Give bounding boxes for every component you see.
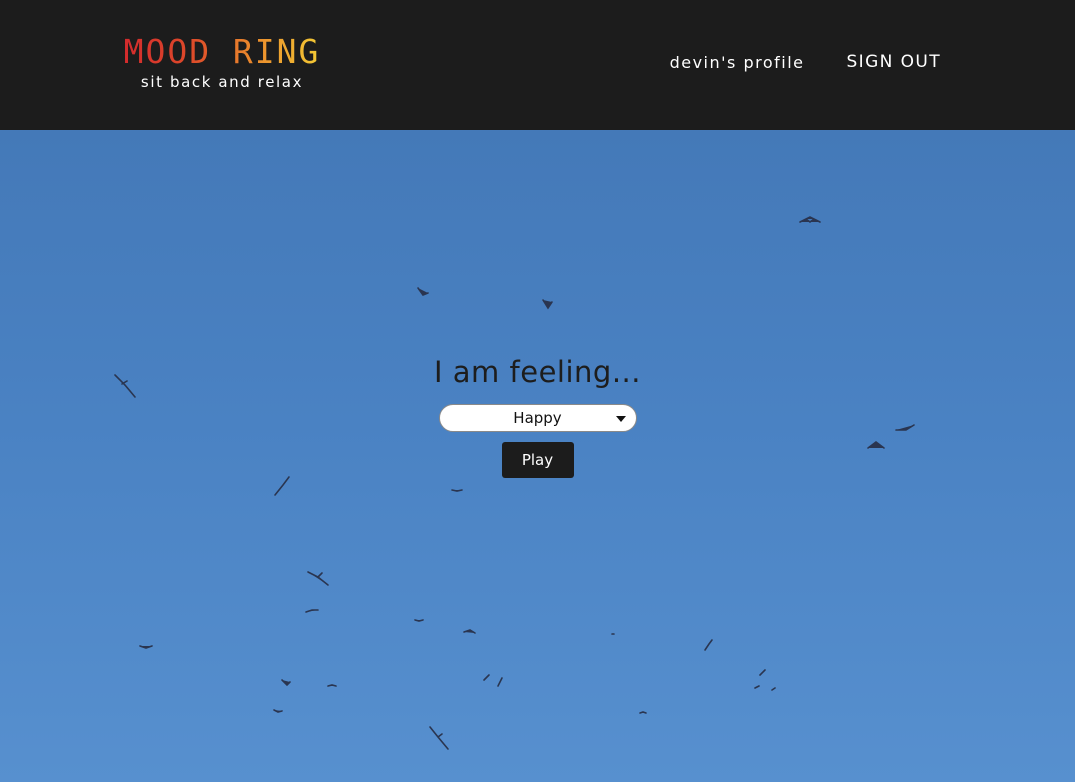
top-navbar: MOOD RING sit back and relax devin's pro… <box>0 0 1075 130</box>
mood-select-value: Happy <box>513 409 562 427</box>
brand[interactable]: MOOD RING sit back and relax <box>118 34 326 92</box>
nav-links: devin's profile SIGN OUT <box>670 52 941 72</box>
logo[interactable]: MOOD RING <box>118 34 326 70</box>
mood-select[interactable]: Happy <box>438 404 637 432</box>
app-window: MOOD RING sit back and relax devin's pro… <box>0 0 1075 782</box>
sign-out-link[interactable]: SIGN OUT <box>846 52 941 72</box>
mood-prompt: I am feeling... <box>434 355 641 389</box>
caret-down-icon <box>615 416 626 422</box>
mood-form: I am feeling... Happy Play <box>0 352 1075 478</box>
play-button[interactable]: Play <box>501 442 574 478</box>
profile-link[interactable]: devin's profile <box>670 53 805 72</box>
hero-background: I am feeling... Happy Play <box>0 130 1075 782</box>
tagline: sit back and relax <box>140 73 304 91</box>
